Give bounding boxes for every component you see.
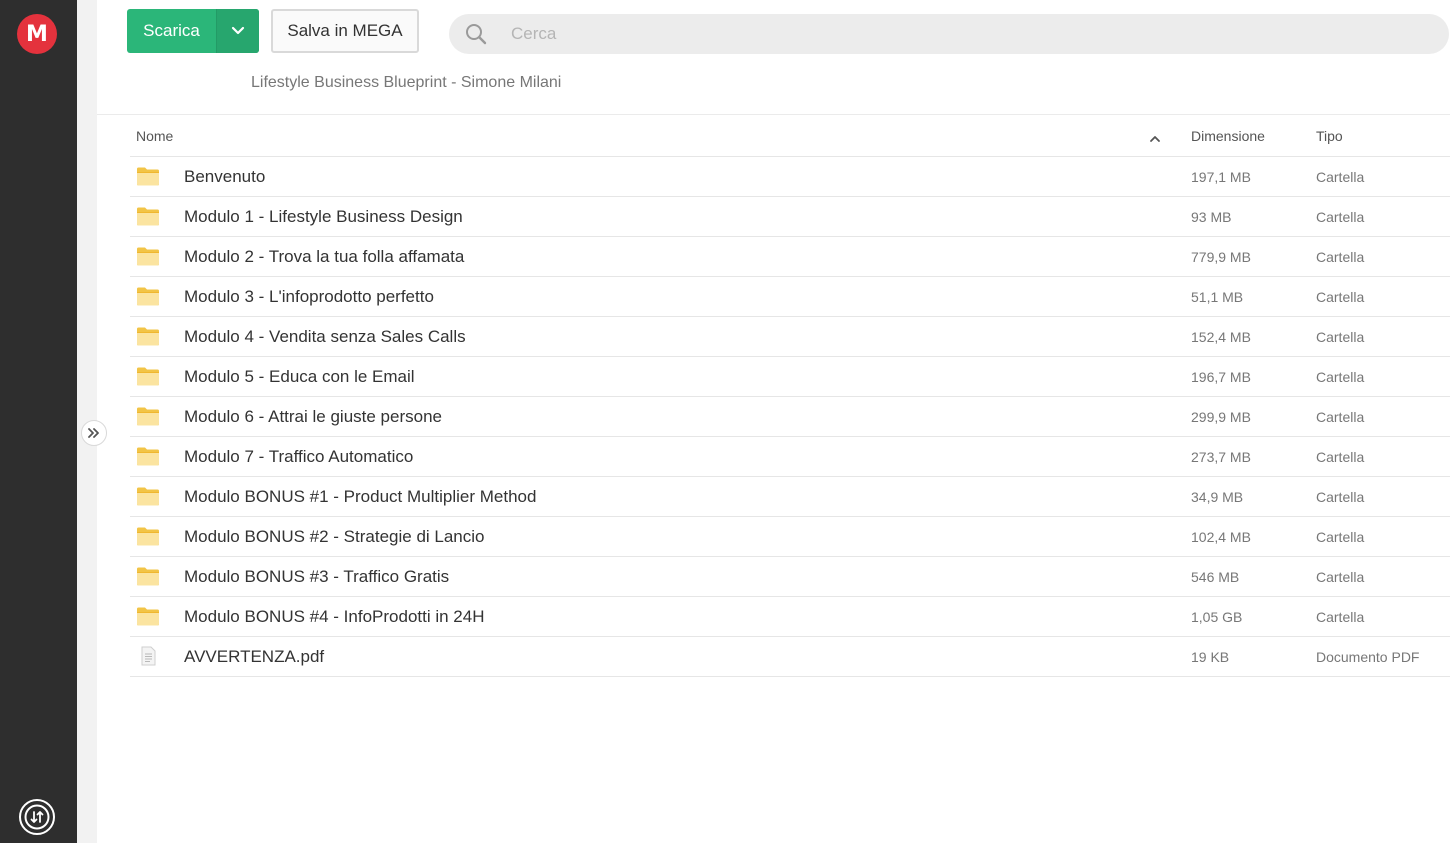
download-button[interactable]: Scarica <box>127 9 259 53</box>
file-type: Documento PDF <box>1316 648 1420 665</box>
table-row[interactable]: Modulo 4 - Vendita senza Sales Calls 152,… <box>130 317 1450 357</box>
file-size: 299,9 MB <box>1191 408 1251 425</box>
table-header: Nome Dimensione Tipo <box>130 115 1450 157</box>
file-name[interactable]: Modulo 1 - Lifestyle Business Design <box>184 207 463 227</box>
expand-tree-button[interactable] <box>81 420 107 446</box>
pdf-file-icon <box>136 646 160 666</box>
file-size: 779,9 MB <box>1191 248 1251 265</box>
file-table: Nome Dimensione Tipo Benvenuto 197,1 MB Ca… <box>130 115 1450 677</box>
search-input[interactable] <box>509 23 1393 45</box>
folder-icon <box>136 286 160 306</box>
save-to-mega-button[interactable]: Salva in MEGA <box>271 9 419 53</box>
file-type: Cartella <box>1316 568 1365 585</box>
table-row[interactable]: Modulo 6 - Attrai le giuste persone 299,9… <box>130 397 1450 437</box>
table-row[interactable]: AVVERTENZA.pdf 19 KB Documento PDF <box>130 637 1450 677</box>
logo-letter: M <box>26 21 48 47</box>
table-row[interactable]: Modulo 1 - Lifestyle Business Design 93 M… <box>130 197 1450 237</box>
table-row[interactable]: Modulo 3 - L'infoprodotto perfetto 51,1 M… <box>130 277 1450 317</box>
table-row[interactable]: Modulo 5 - Educa con le Email 196,7 MB Car… <box>130 357 1450 397</box>
column-header-type[interactable]: Tipo <box>1316 128 1343 144</box>
folder-icon <box>136 446 160 466</box>
file-size: 546 MB <box>1191 568 1240 585</box>
table-row[interactable]: Benvenuto 197,1 MB Cartella <box>130 157 1450 197</box>
file-size: 102,4 MB <box>1191 528 1251 545</box>
file-name[interactable]: AVVERTENZA.pdf <box>184 647 324 667</box>
file-size: 273,7 MB <box>1191 448 1251 465</box>
file-size: 51,1 MB <box>1191 288 1244 305</box>
search-bar[interactable] <box>449 14 1449 54</box>
file-size: 197,1 MB <box>1191 168 1251 185</box>
folder-icon <box>136 486 160 506</box>
file-type: Cartella <box>1316 288 1365 305</box>
folder-icon <box>136 606 160 626</box>
file-size: 19 KB <box>1191 648 1230 665</box>
download-options-button[interactable] <box>216 9 259 53</box>
file-name[interactable]: Modulo BONUS #4 - InfoProdotti in 24H <box>184 607 484 627</box>
file-size: 196,7 MB <box>1191 368 1251 385</box>
folder-icon <box>136 566 160 586</box>
breadcrumb[interactable]: Lifestyle Business Blueprint - Simone Mi… <box>251 74 561 92</box>
table-row[interactable]: Modulo BONUS #4 - InfoProdotti in 24H 1,0… <box>130 597 1450 637</box>
folder-icon <box>136 246 160 266</box>
file-name[interactable]: Modulo 5 - Educa con le Email <box>184 367 415 387</box>
folder-icon <box>136 526 160 546</box>
table-row[interactable]: Modulo BONUS #1 - Product Multiplier Met… <box>130 477 1450 517</box>
column-header-size[interactable]: Dimensione <box>1191 128 1265 144</box>
file-type: Cartella <box>1316 448 1365 465</box>
file-type: Cartella <box>1316 608 1365 625</box>
file-list: Benvenuto 197,1 MB Cartella Modulo 1 - Lif… <box>130 157 1450 677</box>
chevron-down-icon <box>231 26 245 35</box>
file-type: Cartella <box>1316 168 1365 185</box>
file-type: Cartella <box>1316 368 1365 385</box>
file-type: Cartella <box>1316 528 1365 545</box>
file-size: 93 MB <box>1191 208 1232 225</box>
file-size: 152,4 MB <box>1191 328 1251 345</box>
file-name[interactable]: Benvenuto <box>184 167 265 187</box>
sort-ascending-icon[interactable] <box>1149 130 1161 146</box>
double-chevron-right-icon <box>88 428 99 438</box>
transfer-arrows-icon <box>19 799 55 835</box>
folder-icon <box>136 206 160 226</box>
file-name[interactable]: Modulo 7 - Traffico Automatico <box>184 447 413 467</box>
table-row[interactable]: Modulo 2 - Trova la tua folla affamata 77… <box>130 237 1450 277</box>
file-size: 34,9 MB <box>1191 488 1244 505</box>
file-size: 1,05 GB <box>1191 608 1243 625</box>
file-name[interactable]: Modulo 2 - Trova la tua folla affamata <box>184 247 464 267</box>
folder-icon <box>136 366 160 386</box>
folder-icon <box>136 326 160 346</box>
file-name[interactable]: Modulo BONUS #3 - Traffico Gratis <box>184 567 449 587</box>
file-name[interactable]: Modulo 6 - Attrai le giuste persone <box>184 407 442 427</box>
file-name[interactable]: Modulo 3 - L'infoprodotto perfetto <box>184 287 434 307</box>
column-header-name[interactable]: Nome <box>136 128 173 144</box>
table-row[interactable]: Modulo 7 - Traffico Automatico 273,7 MB Ca… <box>130 437 1450 477</box>
folder-icon <box>136 166 160 186</box>
table-row[interactable]: Modulo BONUS #3 - Traffico Gratis 546 MB C… <box>130 557 1450 597</box>
folder-icon <box>136 406 160 426</box>
file-type: Cartella <box>1316 488 1365 505</box>
file-type: Cartella <box>1316 208 1365 225</box>
file-type: Cartella <box>1316 248 1365 265</box>
left-sidebar: M <box>0 0 77 843</box>
file-type: Cartella <box>1316 408 1365 425</box>
search-icon <box>451 22 501 46</box>
file-type: Cartella <box>1316 328 1365 345</box>
file-name[interactable]: Modulo BONUS #2 - Strategie di Lancio <box>184 527 485 547</box>
file-name[interactable]: Modulo 4 - Vendita senza Sales Calls <box>184 327 466 347</box>
table-row[interactable]: Modulo BONUS #2 - Strategie di Lancio 102… <box>130 517 1450 557</box>
transfers-icon[interactable] <box>17 797 57 837</box>
file-name[interactable]: Modulo BONUS #1 - Product Multiplier Met… <box>184 487 536 507</box>
mega-logo-icon[interactable]: M <box>17 14 57 54</box>
download-button-label[interactable]: Scarica <box>127 9 216 53</box>
